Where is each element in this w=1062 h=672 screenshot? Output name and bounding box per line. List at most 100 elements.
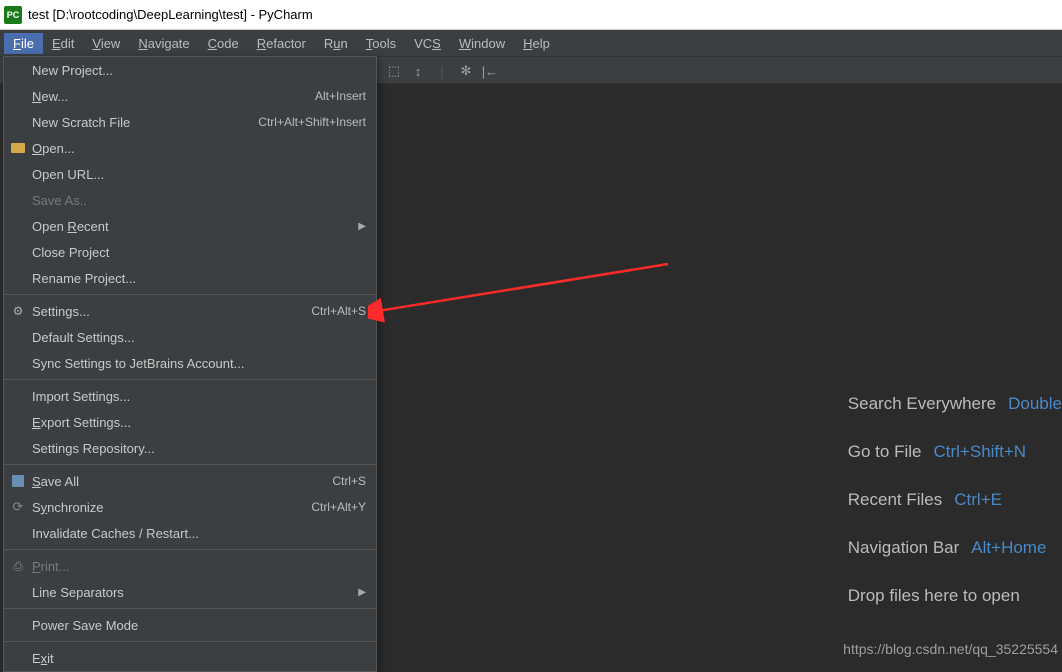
menu-item-label: Close Project	[32, 245, 109, 260]
welcome-shortcut: Alt+Home	[971, 538, 1046, 558]
menu-item-close-project[interactable]: Close Project	[4, 239, 376, 265]
menu-item-label: Save All	[32, 474, 79, 489]
menu-item-label: Power Save Mode	[32, 618, 138, 633]
window-title: test [D:\rootcoding\DeepLearning\test] -…	[28, 7, 313, 22]
menu-item-label: Exit	[32, 651, 54, 666]
menu-vcs[interactable]: VCS	[405, 33, 450, 54]
menu-item-label: New...	[32, 89, 68, 104]
welcome-label: Drop files here to open	[848, 586, 1020, 606]
menu-separator	[4, 641, 376, 642]
welcome-label: Recent Files	[848, 490, 942, 510]
menu-item-print: ⎙ Print...	[4, 553, 376, 579]
menu-separator	[4, 464, 376, 465]
welcome-row: Search Everywhere Double	[848, 394, 1062, 414]
chevron-right-icon: ▶	[358, 221, 366, 232]
shortcut-text: Ctrl+Alt+S	[311, 304, 366, 318]
menu-item-label: Rename Project...	[32, 271, 136, 286]
chevron-right-icon: ▶	[358, 587, 366, 598]
shortcut-text: Ctrl+Alt+Shift+Insert	[258, 115, 366, 129]
menu-item-settings[interactable]: ⚙ Settings... Ctrl+Alt+S	[4, 298, 376, 324]
menu-item-default-settings[interactable]: Default Settings...	[4, 324, 376, 350]
menu-item-synchronize[interactable]: ⟳ Synchronize Ctrl+Alt+Y	[4, 494, 376, 520]
menu-item-label: New Project...	[32, 63, 113, 78]
editor-area: Search Everywhere Double Go to File Ctrl+Sh…	[378, 84, 1062, 667]
menu-help[interactable]: Help	[514, 33, 559, 54]
welcome-shortcut: Double	[1008, 394, 1062, 414]
shortcut-text: Ctrl+S	[332, 474, 366, 488]
menu-item-label: Export Settings...	[32, 415, 131, 430]
folder-icon	[10, 140, 26, 156]
watermark-text: https://blog.csdn.net/qq_35225554	[843, 641, 1058, 657]
menu-item-import-settings[interactable]: Import Settings...	[4, 383, 376, 409]
menu-run[interactable]: Run	[315, 33, 357, 54]
sync-icon: ⟳	[10, 499, 26, 515]
menu-code[interactable]: Code	[199, 33, 248, 54]
menu-item-label: Open URL...	[32, 167, 104, 182]
menu-refactor[interactable]: Refactor	[248, 33, 315, 54]
welcome-row: Drop files here to open	[848, 586, 1062, 606]
menu-item-rename-project[interactable]: Rename Project...	[4, 265, 376, 291]
print-icon: ⎙	[10, 558, 26, 574]
toolbar-icon-collapse[interactable]: ↕	[406, 59, 430, 83]
shortcut-text: Alt+Insert	[315, 89, 366, 103]
menu-separator	[4, 294, 376, 295]
menu-item-exit[interactable]: Exit	[4, 645, 376, 671]
menu-bar: FileEditViewNavigateCodeRefactorRunTools…	[0, 30, 1062, 56]
menu-item-label: Settings...	[32, 304, 90, 319]
welcome-label: Navigation Bar	[848, 538, 960, 558]
menu-item-label: Sync Settings to JetBrains Account...	[32, 356, 244, 371]
menu-window[interactable]: Window	[450, 33, 514, 54]
title-bar: PC test [D:\rootcoding\DeepLearning\test…	[0, 0, 1062, 30]
menu-item-save-as: Save As..	[4, 187, 376, 213]
gear-icon[interactable]: ✻	[454, 59, 478, 83]
welcome-row: Recent Files Ctrl+E	[848, 490, 1062, 510]
welcome-panel: Search Everywhere Double Go to File Ctrl+Sh…	[848, 394, 1062, 634]
menu-separator	[4, 608, 376, 609]
menu-item-label: Print...	[32, 559, 70, 574]
menu-item-label: Settings Repository...	[32, 441, 155, 456]
menu-item-label: Open Recent	[32, 219, 109, 234]
file-menu-dropdown: New Project... New... Alt+Insert New Scratc…	[3, 56, 377, 672]
menu-item-label: Synchronize	[32, 500, 104, 515]
menu-item-line-separators[interactable]: Line Separators ▶	[4, 579, 376, 605]
toolbar-separator: |	[430, 59, 454, 83]
menu-item-power-save-mode[interactable]: Power Save Mode	[4, 612, 376, 638]
menu-item-label: Save As..	[32, 193, 87, 208]
menu-item-open-url[interactable]: Open URL...	[4, 161, 376, 187]
shortcut-text: Ctrl+Alt+Y	[311, 500, 366, 514]
menu-separator	[4, 549, 376, 550]
toolbar-icon-structure[interactable]: ⬚	[382, 59, 406, 83]
menu-item-open[interactable]: Open...	[4, 135, 376, 161]
menu-item-label: Import Settings...	[32, 389, 130, 404]
menu-edit[interactable]: Edit	[43, 33, 83, 54]
app-icon: PC	[4, 6, 22, 24]
welcome-row: Go to File Ctrl+Shift+N	[848, 442, 1062, 462]
menu-navigate[interactable]: Navigate	[129, 33, 198, 54]
menu-item-label: Default Settings...	[32, 330, 135, 345]
menu-item-label: Open...	[32, 141, 75, 156]
menu-item-new-scratch-file[interactable]: New Scratch File Ctrl+Alt+Shift+Insert	[4, 109, 376, 135]
welcome-shortcut: Ctrl+Shift+N	[933, 442, 1026, 462]
menu-item-settings-repository[interactable]: Settings Repository...	[4, 435, 376, 461]
menu-item-export-settings[interactable]: Export Settings...	[4, 409, 376, 435]
welcome-shortcut: Ctrl+E	[954, 490, 1002, 510]
menu-item-open-recent[interactable]: Open Recent ▶	[4, 213, 376, 239]
menu-file[interactable]: File	[4, 33, 43, 54]
settings-icon: ⚙	[10, 303, 26, 319]
welcome-label: Go to File	[848, 442, 922, 462]
menu-tools[interactable]: Tools	[357, 33, 405, 54]
menu-item-invalidate-caches-restart[interactable]: Invalidate Caches / Restart...	[4, 520, 376, 546]
menu-item-label: Invalidate Caches / Restart...	[32, 526, 199, 541]
menu-item-new-project[interactable]: New Project...	[4, 57, 376, 83]
save-icon	[10, 473, 26, 489]
menu-separator	[4, 379, 376, 380]
menu-item-save-all[interactable]: Save All Ctrl+S	[4, 468, 376, 494]
welcome-label: Search Everywhere	[848, 394, 996, 414]
menu-view[interactable]: View	[83, 33, 129, 54]
menu-item-label: New Scratch File	[32, 115, 130, 130]
toolbar-icon-back[interactable]: |←	[478, 59, 502, 83]
menu-item-sync-settings-to-jetbrains-account[interactable]: Sync Settings to JetBrains Account...	[4, 350, 376, 376]
welcome-row: Navigation Bar Alt+Home	[848, 538, 1062, 558]
menu-item-new[interactable]: New... Alt+Insert	[4, 83, 376, 109]
menu-item-label: Line Separators	[32, 585, 124, 600]
